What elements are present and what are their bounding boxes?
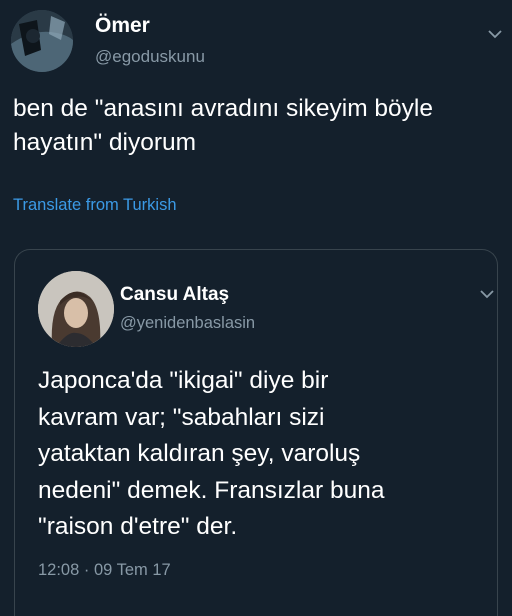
author-name[interactable]: Ömer [95, 14, 150, 38]
chevron-down-icon[interactable] [478, 287, 496, 301]
quoted-author-name[interactable]: Cansu Altaş [120, 284, 229, 306]
quoted-avatar[interactable] [38, 271, 114, 347]
chevron-down-icon[interactable] [486, 27, 504, 41]
translate-link[interactable]: Translate from Turkish [13, 196, 177, 215]
quoted-avatar-image [38, 271, 114, 347]
tweet-container: Ömer @egoduskunu ben de "anasını avradın… [0, 0, 512, 616]
author-handle[interactable]: @egoduskunu [95, 47, 205, 67]
avatar-image [11, 10, 73, 72]
avatar[interactable] [11, 10, 73, 72]
quoted-tweet-card[interactable]: Cansu Altaş @yenidenbaslasin Japonca'da … [14, 249, 498, 616]
quoted-timestamp[interactable]: 12:08 · 09 Tem 17 [38, 561, 171, 580]
tweet-text: ben de "anasını avradını sikeyim böyle h… [13, 95, 433, 156]
quoted-tweet-text: Japonca'da "ikigai" diye bir kavram var;… [38, 367, 385, 540]
quoted-author-handle[interactable]: @yenidenbaslasin [120, 314, 255, 333]
